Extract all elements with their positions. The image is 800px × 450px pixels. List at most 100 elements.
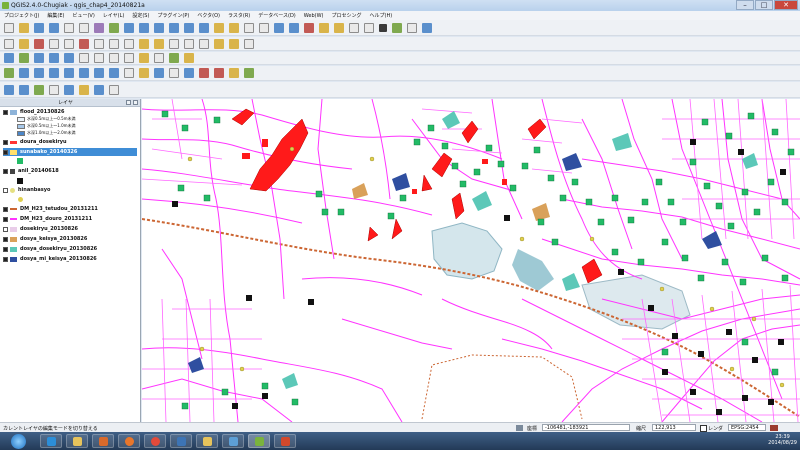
remove-layer-icon[interactable] xyxy=(184,53,194,63)
add-delimited-text-icon[interactable] xyxy=(124,53,134,63)
pan-to-selection-icon[interactable] xyxy=(109,22,119,33)
python-console-icon[interactable] xyxy=(244,68,254,78)
layer-visibility-checkbox[interactable] xyxy=(3,216,8,222)
identify-icon[interactable] xyxy=(289,22,299,33)
heatmap-icon[interactable] xyxy=(49,68,59,78)
deselect-icon[interactable] xyxy=(334,22,344,33)
save-project-icon[interactable] xyxy=(34,22,44,33)
show-bookmarks-icon[interactable] xyxy=(259,22,269,33)
menu-database[interactable]: データベース(D) xyxy=(258,12,296,19)
print-composer-icon[interactable] xyxy=(64,22,74,33)
pan-icon[interactable] xyxy=(94,22,104,33)
zoom-actual-icon[interactable] xyxy=(154,22,164,33)
measure-icon[interactable] xyxy=(379,23,387,32)
close-button[interactable]: ✕ xyxy=(774,0,798,10)
paste-features-icon[interactable] xyxy=(124,38,134,49)
new-spatialite-icon[interactable] xyxy=(154,53,164,63)
zoom-in-icon[interactable] xyxy=(124,22,134,33)
refresh-icon[interactable] xyxy=(274,22,284,33)
taskbar-firefox[interactable] xyxy=(118,434,140,448)
move-feature-icon[interactable] xyxy=(49,38,59,49)
crs-status-button[interactable]: EPSG:2454 xyxy=(728,424,766,431)
move-label-icon[interactable] xyxy=(214,38,224,49)
add-postgis-layer-icon[interactable] xyxy=(34,53,44,63)
mmqgis-icon[interactable] xyxy=(64,84,74,95)
taskbar-app[interactable] xyxy=(222,434,244,448)
layer-visibility-checkbox[interactable] xyxy=(3,246,8,252)
layer-item[interactable]: anil_20140618 xyxy=(3,167,137,175)
zoom-out-icon[interactable] xyxy=(139,22,149,33)
maximize-button[interactable]: □ xyxy=(755,0,773,10)
layer-item[interactable]: flood_20130826 xyxy=(3,108,137,116)
table-manager-icon[interactable] xyxy=(49,84,59,95)
layer-visibility-checkbox[interactable] xyxy=(3,187,8,193)
taskbar-explorer-2[interactable] xyxy=(196,434,218,448)
new-project-icon[interactable] xyxy=(4,22,14,33)
taskbar-qgis[interactable] xyxy=(248,434,270,448)
minimize-button[interactable]: – xyxy=(736,0,754,10)
layer-item[interactable]: dosya_dosekiryu_20130826 xyxy=(3,245,137,253)
text-annotation-icon[interactable] xyxy=(407,22,417,33)
render-checkbox[interactable] xyxy=(700,425,707,432)
menu-help[interactable]: ヘルプ(H) xyxy=(370,12,393,19)
zoom-layer-icon[interactable] xyxy=(184,22,194,33)
new-bookmark-icon[interactable] xyxy=(244,22,254,33)
run-action-icon[interactable] xyxy=(304,22,314,33)
help-icon[interactable] xyxy=(422,22,432,33)
add-vector-layer-icon[interactable] xyxy=(4,53,14,63)
layer-visibility-checkbox[interactable] xyxy=(3,206,8,212)
label-tool-icon[interactable] xyxy=(169,38,179,49)
raster-calc-icon[interactable] xyxy=(214,68,224,78)
interpolation-icon[interactable] xyxy=(64,68,74,78)
georeferencer-icon[interactable] xyxy=(34,68,44,78)
new-shapefile-icon[interactable] xyxy=(139,53,149,63)
layer-item[interactable]: dosekiryu_20130826 xyxy=(3,225,137,233)
road-graph-icon[interactable] xyxy=(79,68,89,78)
layer-item[interactable]: hinanbasyo xyxy=(3,186,137,194)
coordinate-capture-icon[interactable] xyxy=(154,68,164,78)
menu-settings[interactable]: 設定(S) xyxy=(132,12,149,19)
layer-styles-icon[interactable] xyxy=(109,84,119,95)
composer-manager-icon[interactable] xyxy=(79,22,89,33)
map-tips-icon[interactable] xyxy=(392,22,402,33)
add-wfs-layer-icon[interactable] xyxy=(109,53,119,63)
menu-project[interactable]: プロジェクト(J) xyxy=(4,12,39,19)
layer-item[interactable]: doura_dosekiryu xyxy=(3,138,137,146)
zonal-stats-icon[interactable] xyxy=(109,68,119,78)
undo-icon[interactable] xyxy=(139,38,149,49)
menu-vector[interactable]: ベクタ(O) xyxy=(197,12,220,19)
add-feature-icon[interactable] xyxy=(34,38,44,49)
attribute-table-icon[interactable] xyxy=(349,22,359,33)
taskbar-explorer[interactable] xyxy=(66,434,88,448)
cut-features-icon[interactable] xyxy=(94,38,104,49)
add-wcs-layer-icon[interactable] xyxy=(94,53,104,63)
add-mssql-layer-icon[interactable] xyxy=(64,53,74,63)
field-stats-icon[interactable] xyxy=(19,68,29,78)
topology-checker-icon[interactable] xyxy=(94,68,104,78)
add-spatialite-layer-icon[interactable] xyxy=(49,53,59,63)
menu-processing[interactable]: プロセシング xyxy=(332,12,362,19)
add-wms-layer-icon[interactable] xyxy=(79,53,89,63)
current-edits-icon[interactable] xyxy=(4,38,14,49)
layer-visibility-checkbox[interactable] xyxy=(3,168,8,174)
db-manager-icon[interactable] xyxy=(4,84,14,95)
offline-editing-icon[interactable] xyxy=(124,68,134,78)
layer-visibility-checkbox[interactable] xyxy=(3,256,8,262)
dxf-export-icon[interactable] xyxy=(169,68,179,78)
layer-item[interactable]: DM_H23_douro_20131211 xyxy=(3,215,137,223)
menu-edit[interactable]: 編集(E) xyxy=(47,12,64,19)
open-project-icon[interactable] xyxy=(19,22,29,33)
time-manager-icon[interactable] xyxy=(94,84,104,95)
menu-raster[interactable]: ラスタ(R) xyxy=(228,12,250,19)
coordinate-field[interactable]: -106481,-183921 xyxy=(542,424,630,431)
qchainage-icon[interactable] xyxy=(19,84,29,95)
rotate-label-icon[interactable] xyxy=(229,38,239,49)
show-hide-labels-icon[interactable] xyxy=(199,38,209,49)
zoom-next-icon[interactable] xyxy=(229,22,239,33)
new-gpx-icon[interactable] xyxy=(169,53,179,63)
copy-features-icon[interactable] xyxy=(109,38,119,49)
taskbar-python[interactable] xyxy=(170,434,192,448)
openlayers-icon[interactable] xyxy=(34,84,44,95)
layer-visibility-checkbox[interactable] xyxy=(3,139,8,145)
messages-icon[interactable] xyxy=(770,425,778,431)
